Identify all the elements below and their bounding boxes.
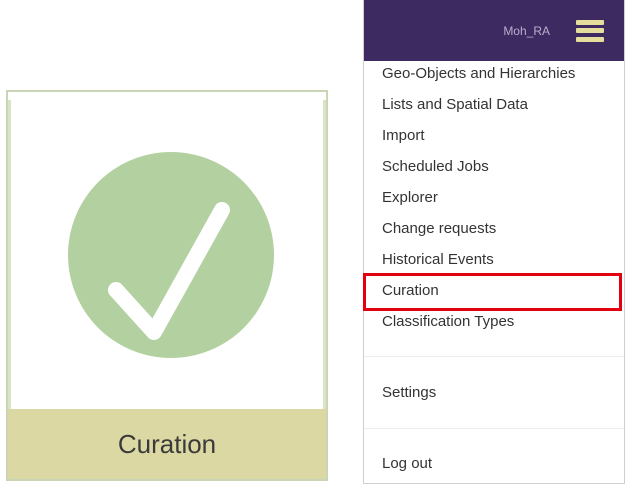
hamburger-menu-icon[interactable] [576,19,604,42]
menu-item-import[interactable]: Import [382,126,425,146]
menu-item-change-requests[interactable]: Change requests [382,219,496,239]
hamburger-bar [576,19,604,25]
curation-tile[interactable]: Curation [6,90,328,481]
menu-header: Moh_RA [364,0,624,61]
menu-item-classification-types[interactable]: Classification Types [382,312,514,332]
tile-label: Curation [8,409,326,479]
menu-item-explorer[interactable]: Explorer [382,188,438,208]
menu-item-historical-events[interactable]: Historical Events [382,250,494,270]
menu-item-geo-objects[interactable]: Geo-Objects and Hierarchies [382,64,575,84]
main-menu-panel: Moh_RA Geo-Objects and Hierarchies Lists… [363,0,625,484]
tile-edge-left [8,100,11,409]
user-name: Moh_RA [503,23,550,38]
checkmark-circle-icon [68,152,274,358]
menu-item-logout[interactable]: Log out [382,454,432,474]
menu-divider [364,356,624,357]
menu-item-lists-spatial-data[interactable]: Lists and Spatial Data [382,95,528,115]
menu-item-settings[interactable]: Settings [382,383,436,403]
screenshot-canvas: Curation Moh_RA Geo-Objects and Hierarch… [0,0,630,488]
tile-edge-right [323,100,326,409]
menu-divider [364,428,624,429]
menu-item-scheduled-jobs[interactable]: Scheduled Jobs [382,157,489,177]
menu-item-curation[interactable]: Curation [382,281,439,301]
hamburger-bar [576,36,604,42]
hamburger-bar [576,28,604,33]
